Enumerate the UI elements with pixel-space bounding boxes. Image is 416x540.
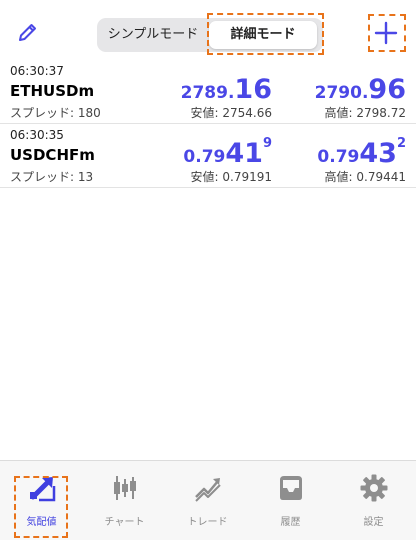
- low-value: 2754.66: [222, 106, 272, 120]
- bid-price[interactable]: 0.79419: [183, 136, 272, 169]
- candlestick-icon: [114, 476, 136, 500]
- detail-mode-tab[interactable]: 詳細モード: [209, 21, 317, 49]
- spread-label: スプレッド:: [10, 170, 75, 184]
- symbol-name: USDCHFm: [10, 146, 95, 164]
- quote-row[interactable]: 06:30:35 USDCHFm スプレッド: 13 0.79419 0.794…: [0, 124, 416, 188]
- tab-settings-label: 設定: [363, 517, 384, 528]
- low-label: 安値:: [190, 106, 219, 120]
- gear-icon: [360, 474, 388, 502]
- high-value: 2798.72: [356, 106, 406, 120]
- bid-sup: 9: [262, 136, 272, 151]
- ask-prefix: 2790.: [314, 83, 369, 103]
- bid-price[interactable]: 2789.16: [181, 74, 272, 105]
- quote-row[interactable]: 06:30:37 ETHUSDm スプレッド: 180 2789.16 2790…: [0, 60, 416, 124]
- high-label: 高値:: [324, 106, 353, 120]
- edit-button[interactable]: [16, 20, 40, 44]
- bid-prefix: 2789.: [180, 83, 235, 103]
- tab-settings[interactable]: 設定: [332, 461, 415, 540]
- ask-sup: 2: [396, 136, 406, 151]
- spread-text: スプレッド: 13: [10, 168, 93, 185]
- history-icon: [280, 476, 302, 500]
- ask-price[interactable]: 2790.96: [315, 74, 406, 105]
- bottom-tab-bar: 気配値 チャート トレード 履歴 設定: [0, 460, 416, 540]
- ask-big: 96: [368, 74, 406, 105]
- tab-history-label: 履歴: [280, 517, 301, 528]
- high-value: 0.79441: [356, 170, 406, 184]
- ask-big: 43: [359, 138, 397, 169]
- quote-time: 06:30:37: [10, 64, 64, 78]
- bid-prefix: 0.79: [183, 147, 226, 167]
- tab-quotes[interactable]: 気配値: [0, 461, 83, 540]
- quotes-list: 06:30:37 ETHUSDm スプレッド: 180 2789.16 2790…: [0, 60, 416, 188]
- spread-label: スプレッド:: [10, 106, 75, 120]
- high-text: 高値: 2798.72: [325, 104, 407, 121]
- low-label: 安値:: [190, 170, 219, 184]
- ask-prefix: 0.79: [317, 147, 360, 167]
- trade-icon: [195, 478, 221, 502]
- high-text: 高値: 0.79441: [325, 168, 407, 185]
- plus-icon: [374, 21, 398, 45]
- bid-big: 41: [225, 138, 263, 169]
- low-text: 安値: 2754.66: [191, 104, 273, 121]
- symbol-name: ETHUSDm: [10, 82, 95, 100]
- spread-text: スプレッド: 180: [10, 104, 101, 121]
- tab-chart-label: チャート: [104, 517, 145, 528]
- top-bar: シンプルモード 詳細モード: [0, 0, 416, 64]
- quotes-icon: [30, 477, 56, 502]
- spread-value: 13: [77, 170, 94, 184]
- low-text: 安値: 0.79191: [191, 168, 273, 185]
- spread-value: 180: [77, 106, 101, 120]
- tab-history[interactable]: 履歴: [249, 461, 332, 540]
- mode-segmented-control: シンプルモード 詳細モード: [97, 18, 323, 52]
- tab-chart[interactable]: チャート: [83, 461, 166, 540]
- simple-mode-tab[interactable]: シンプルモード: [101, 21, 205, 49]
- low-value: 0.79191: [222, 170, 272, 184]
- add-symbol-button[interactable]: [372, 19, 400, 47]
- tab-trade-label: トレード: [187, 517, 228, 528]
- high-label: 高値:: [324, 170, 353, 184]
- ask-price[interactable]: 0.79432: [317, 136, 406, 169]
- pencil-icon: [19, 24, 36, 41]
- bid-big: 16: [234, 74, 272, 105]
- tab-quotes-label: 気配値: [26, 517, 57, 528]
- quote-time: 06:30:35: [10, 128, 64, 142]
- tab-trade[interactable]: トレード: [166, 461, 249, 540]
